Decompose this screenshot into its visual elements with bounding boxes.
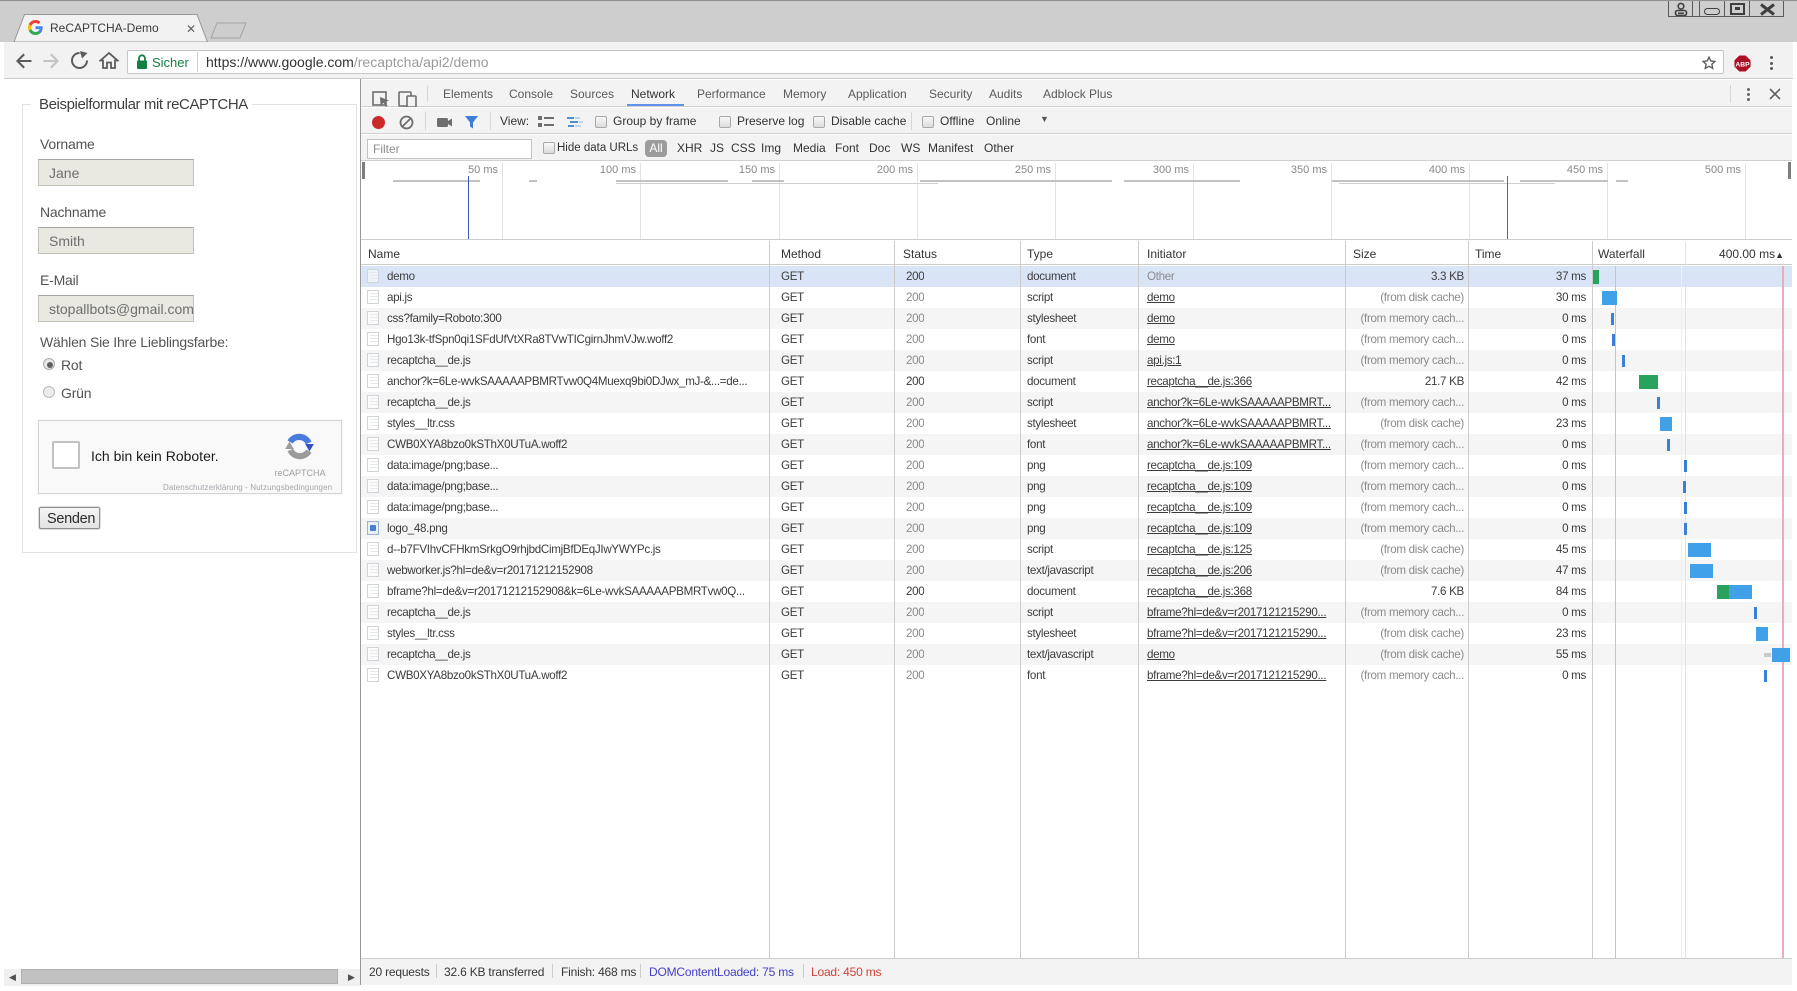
svg-text:ABP: ABP — [1735, 61, 1750, 68]
